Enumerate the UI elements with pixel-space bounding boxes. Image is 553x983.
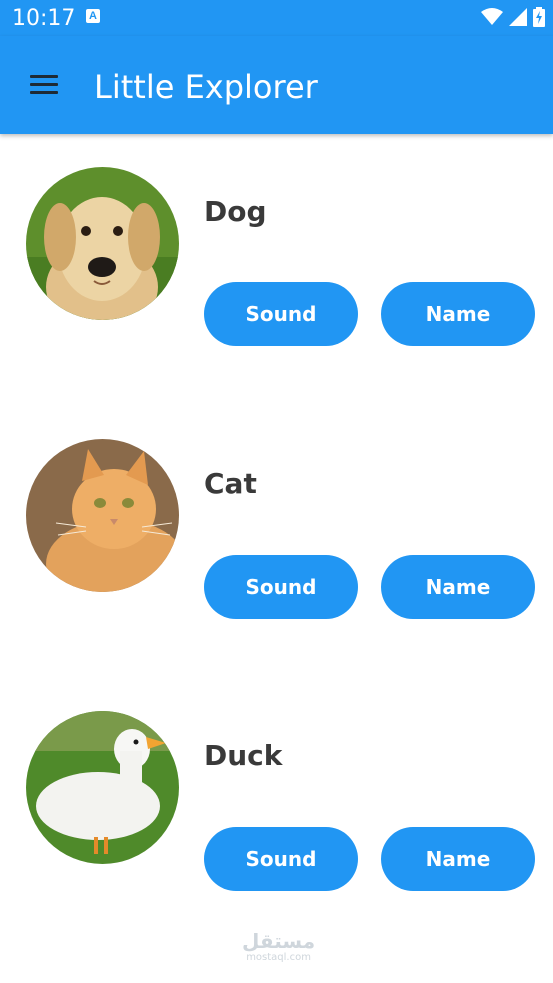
app-bar: Little Explorer bbox=[0, 36, 553, 134]
status-bar: 10:17 A bbox=[0, 0, 553, 36]
watermark-url: mostaql.com bbox=[246, 952, 311, 963]
animal-name: Dog bbox=[204, 195, 267, 228]
cat-avatar bbox=[26, 439, 179, 592]
animal-card-dog: Dog Sound Name bbox=[0, 150, 553, 410]
cat-sound-button[interactable]: Sound bbox=[204, 555, 358, 619]
cat-name-button[interactable]: Name bbox=[381, 555, 535, 619]
watermark: مستقل mostaql.com bbox=[242, 930, 315, 963]
dog-name-button[interactable]: Name bbox=[381, 282, 535, 346]
notification-icon: A bbox=[86, 9, 100, 23]
animal-card-duck: Duck Sound Name bbox=[0, 694, 553, 954]
status-time: 10:17 bbox=[12, 6, 76, 31]
watermark-logo: مستقل bbox=[242, 929, 316, 953]
animal-name: Duck bbox=[204, 739, 283, 772]
duck-sound-button[interactable]: Sound bbox=[204, 827, 358, 891]
page-title: Little Explorer bbox=[94, 68, 318, 106]
dog-avatar bbox=[26, 167, 179, 320]
duck-name-button[interactable]: Name bbox=[381, 827, 535, 891]
animal-card-cat: Cat Sound Name bbox=[0, 422, 553, 682]
dog-sound-button[interactable]: Sound bbox=[204, 282, 358, 346]
status-icons bbox=[481, 7, 545, 27]
duck-avatar bbox=[26, 711, 179, 864]
hamburger-menu-icon[interactable] bbox=[30, 75, 58, 95]
wifi-icon bbox=[481, 8, 503, 25]
battery-charging-icon bbox=[533, 7, 545, 27]
animal-name: Cat bbox=[204, 467, 257, 500]
signal-icon bbox=[509, 8, 527, 26]
